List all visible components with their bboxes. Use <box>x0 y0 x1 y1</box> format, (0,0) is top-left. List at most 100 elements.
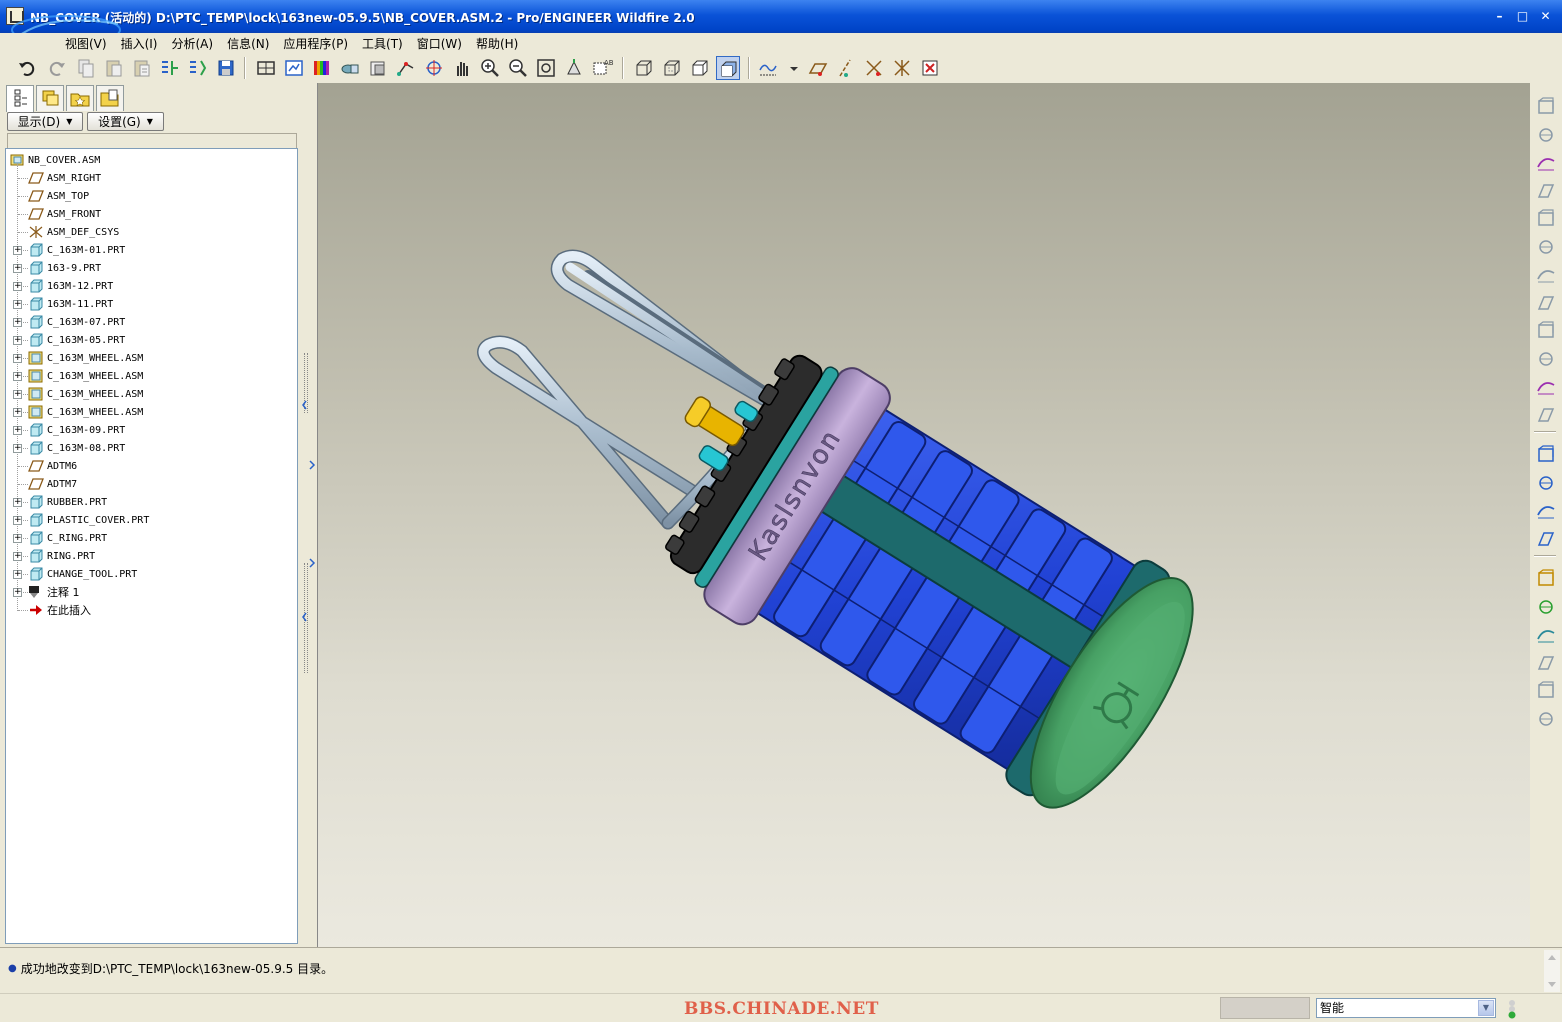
tree-item[interactable]: C_163M-05.PRT <box>28 331 125 349</box>
wireframe-icon[interactable] <box>632 56 656 80</box>
tree-expand-icon[interactable]: + <box>13 264 22 273</box>
menu-insert[interactable]: 插入(I) <box>114 33 165 53</box>
pattern-icon[interactable] <box>1534 567 1558 591</box>
tree-item[interactable]: 163M-12.PRT <box>28 277 113 295</box>
tree-item[interactable]: RUBBER.PRT <box>28 493 107 511</box>
menu-info[interactable]: 信息(N) <box>220 33 276 53</box>
tree-expand-icon[interactable]: + <box>13 300 22 309</box>
round-icon[interactable] <box>1534 471 1558 495</box>
tree-item[interactable]: ASM_RIGHT <box>28 169 101 187</box>
tab-folder-browser[interactable] <box>96 85 124 111</box>
tree-item[interactable]: CHANGE_TOOL.PRT <box>28 565 137 583</box>
show-dropdown[interactable]: 显示(D) ▼ <box>7 112 83 131</box>
annotation-display-icon[interactable] <box>918 56 942 80</box>
maximize-icon[interactable]: □ <box>1512 7 1533 26</box>
revolve-icon[interactable] <box>1534 291 1558 315</box>
tree-expand-icon[interactable]: + <box>13 318 22 327</box>
graphics-window[interactable]: Kaslsnvon <box>317 83 1530 947</box>
chevron-down-icon[interactable] <box>782 56 798 80</box>
shading-icon[interactable] <box>716 56 740 80</box>
datum-point-tool-icon[interactable] <box>1534 179 1558 203</box>
tree-item[interactable]: 163-9.PRT <box>28 259 101 277</box>
sweep-icon[interactable] <box>1534 319 1558 343</box>
tree-expand-icon[interactable]: + <box>13 408 22 417</box>
blend-icon[interactable] <box>1534 347 1558 371</box>
tree-item[interactable]: C_163M_WHEEL.ASM <box>28 385 143 403</box>
datum-axis-display-icon[interactable] <box>834 56 858 80</box>
no-hidden-icon[interactable] <box>688 56 712 80</box>
settings-dropdown[interactable]: 设置(G) ▼ <box>87 112 164 131</box>
analysis-feature-icon[interactable] <box>1534 235 1558 259</box>
tree-item[interactable]: ADTM7 <box>28 475 77 493</box>
datum-point-display-icon[interactable] <box>862 56 886 80</box>
zoom-in-icon[interactable] <box>478 56 502 80</box>
spin-center-icon[interactable] <box>422 56 446 80</box>
tree-expand-icon[interactable]: + <box>13 498 22 507</box>
tree-expand-icon[interactable]: + <box>13 552 22 561</box>
menu-analysis[interactable]: 分析(A) <box>164 33 220 53</box>
csys-display-icon[interactable] <box>890 56 914 80</box>
extrude-icon[interactable] <box>1534 263 1558 287</box>
tree-item[interactable]: C_163M_WHEEL.ASM <box>28 367 143 385</box>
tree-expand-icon[interactable]: + <box>13 534 22 543</box>
message-scrollbar[interactable] <box>1544 950 1560 992</box>
shell-icon[interactable] <box>1534 375 1558 399</box>
tree-item[interactable]: ASM_DEF_CSYS <box>28 223 119 241</box>
tree-item[interactable]: C_163M_WHEEL.ASM <box>28 403 143 421</box>
view-manager-icon[interactable] <box>338 56 362 80</box>
tree-item[interactable]: RING.PRT <box>28 547 95 565</box>
trim-icon[interactable] <box>1534 651 1558 675</box>
menu-window[interactable]: 窗口(W) <box>410 33 469 53</box>
sketch-curve-icon[interactable] <box>1534 151 1558 175</box>
regen-manager-icon[interactable] <box>186 56 210 80</box>
tree-expand-icon[interactable]: + <box>13 246 22 255</box>
chamfer-icon[interactable] <box>1534 499 1558 523</box>
thicken-icon[interactable] <box>1534 707 1558 731</box>
paste-icon[interactable] <box>102 56 126 80</box>
offset-icon[interactable] <box>1534 679 1558 703</box>
collapse-arrow-icon[interactable] <box>302 609 316 625</box>
tree-item[interactable]: 在此插入 <box>28 601 91 619</box>
tree-expand-icon[interactable]: + <box>13 570 22 579</box>
menu-view[interactable]: 视图(V) <box>58 33 114 53</box>
redo-icon[interactable] <box>44 56 68 80</box>
close-icon[interactable]: ✕ <box>1535 7 1556 26</box>
tab-model-tree[interactable] <box>6 85 34 112</box>
orient-icon[interactable] <box>282 56 306 80</box>
tree-expand-icon[interactable]: + <box>13 336 22 345</box>
saved-views-icon[interactable]: AB <box>590 56 614 80</box>
datum-plane-tool-icon[interactable] <box>1534 95 1558 119</box>
rib-icon[interactable] <box>1534 403 1558 427</box>
tree-expand-icon[interactable]: + <box>13 444 22 453</box>
csys-tool-icon[interactable] <box>1534 207 1558 231</box>
paste-special-icon[interactable] <box>130 56 154 80</box>
tree-item[interactable]: ASM_TOP <box>28 187 89 205</box>
tree-item[interactable]: C_163M-07.PRT <box>28 313 125 331</box>
refit-icon[interactable] <box>534 56 558 80</box>
hidden-line-icon[interactable] <box>660 56 684 80</box>
tree-item[interactable]: C_163M-08.PRT <box>28 439 125 457</box>
repaint-icon[interactable] <box>254 56 278 80</box>
tree-item[interactable]: ASM_FRONT <box>28 205 101 223</box>
tree-item[interactable]: ADTM6 <box>28 457 77 475</box>
lock-assembly[interactable]: Kaslsnvon <box>607 305 1227 837</box>
tree-item[interactable]: C_163M_WHEEL.ASM <box>28 349 143 367</box>
datum-axis-icon[interactable] <box>394 56 418 80</box>
tree-item[interactable]: C_163M-09.PRT <box>28 421 125 439</box>
pan-hand-icon[interactable] <box>450 56 474 80</box>
menu-applications[interactable]: 应用程序(P) <box>276 33 355 53</box>
expand-arrow-icon[interactable] <box>308 557 316 569</box>
selection-filter[interactable]: 智能 ▼ <box>1316 998 1496 1018</box>
tab-favorites[interactable] <box>66 85 94 111</box>
tree-item[interactable]: 163M-11.PRT <box>28 295 113 313</box>
tree-expand-icon[interactable]: + <box>13 390 22 399</box>
tree-item[interactable]: C_163M-01.PRT <box>28 241 125 259</box>
collapse-arrow-icon[interactable] <box>302 397 316 413</box>
draft-icon[interactable] <box>1534 527 1558 551</box>
regenerate-icon[interactable] <box>158 56 182 80</box>
appearance-icon[interactable] <box>310 56 334 80</box>
model-render[interactable]: Kaslsnvon <box>318 83 1530 947</box>
tree-expand-icon[interactable]: + <box>13 282 22 291</box>
tree-expand-icon[interactable]: + <box>13 516 22 525</box>
tree-item[interactable]: 注释 1 <box>28 583 80 601</box>
